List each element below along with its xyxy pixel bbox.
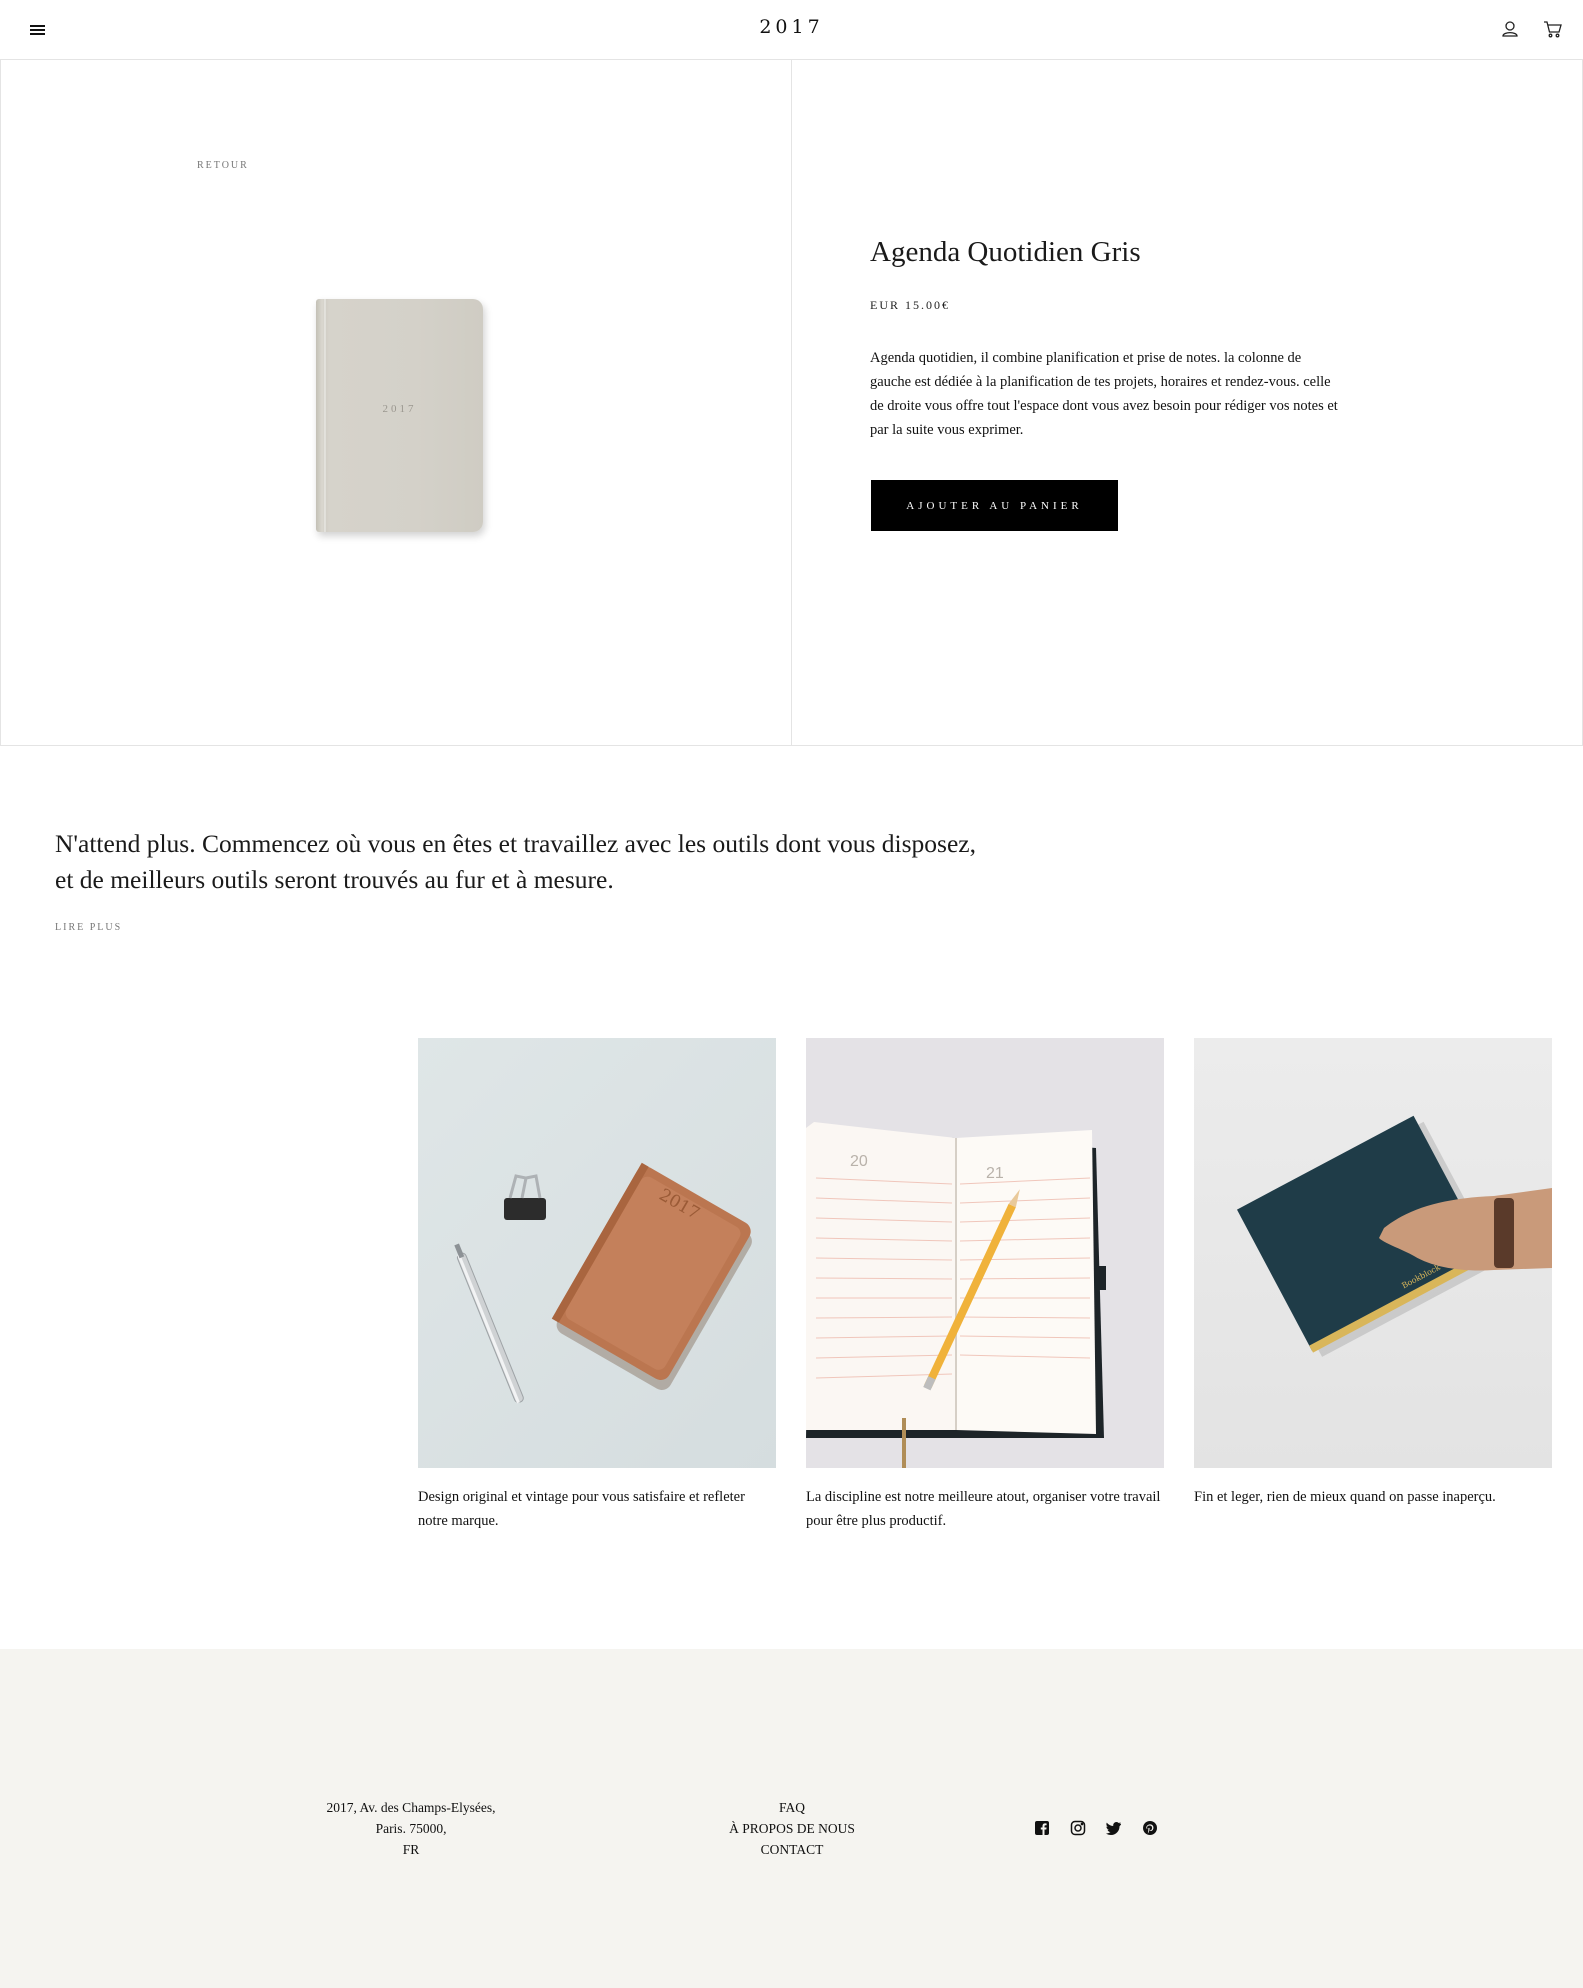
- product-image: 2017: [316, 299, 483, 532]
- gallery-image-blue-notebook[interactable]: Bookblock: [1194, 1038, 1552, 1468]
- footer-link-contact[interactable]: CONTACT: [692, 1839, 892, 1860]
- product-description: Agenda quotidien, il combine planificati…: [870, 350, 1338, 438]
- diary-page-left-number: 20: [850, 1153, 868, 1170]
- gallery-card: 2017 Design original et vintage pour vou…: [418, 1038, 776, 1533]
- add-to-cart-button[interactable]: AJOUTER AU PANIER: [871, 480, 1118, 531]
- gallery-card: Bookblock Fin et leger, rien de mieux qu…: [1194, 1038, 1552, 1509]
- footer-address-line: FR: [402, 1842, 420, 1857]
- site-footer: 2017, Av. des Champs-Elysées, Paris. 750…: [0, 1649, 1583, 1988]
- product-image-year: 2017: [382, 403, 417, 415]
- footer-address: 2017, Av. des Champs-Elysées, Paris. 750…: [300, 1797, 522, 1860]
- footer-link-faq[interactable]: FAQ: [692, 1797, 892, 1818]
- product-image-panel: RETOUR 2017: [1, 60, 792, 746]
- product-info-panel: Agenda Quotidien Gris EUR 15.00€ Agenda …: [792, 60, 1582, 746]
- gallery-image-leather-planner[interactable]: 2017: [418, 1038, 776, 1468]
- product-title: Agenda Quotidien Gris: [870, 236, 1141, 268]
- gallery-caption: Fin et leger, rien de mieux quand on pas…: [1194, 1489, 1496, 1505]
- gallery-image-open-diary[interactable]: 20 21: [806, 1038, 1164, 1468]
- footer-address-line: Paris. 75000,: [375, 1821, 447, 1836]
- product-price: EUR 15.00€: [870, 298, 950, 312]
- quote-line-1: N'attend plus. Commencez où vous en êtes…: [55, 829, 976, 858]
- site-header: 2017: [0, 0, 1583, 60]
- facebook-icon[interactable]: [1034, 1820, 1050, 1836]
- quote-line-2: et de meilleurs outils seront trouvés au…: [55, 865, 614, 894]
- gallery-card: 20 21 La discipline est notre meilleure …: [806, 1038, 1164, 1533]
- footer-social: [1034, 1819, 1174, 1837]
- pinterest-icon[interactable]: [1142, 1820, 1158, 1836]
- quote-text: N'attend plus. Commencez où vous en êtes…: [55, 826, 1155, 898]
- footer-link-about[interactable]: À PROPOS DE NOUS: [692, 1818, 892, 1839]
- user-icon[interactable]: [1499, 18, 1521, 40]
- shopping-cart-icon[interactable]: [1542, 18, 1564, 40]
- product-section: RETOUR 2017 Agenda Quotidien Gris EUR 15…: [0, 60, 1583, 746]
- footer-address-line: 2017, Av. des Champs-Elysées,: [326, 1800, 496, 1815]
- site-logo[interactable]: 2017: [0, 16, 1583, 38]
- footer-links: FAQ À PROPOS DE NOUS CONTACT: [692, 1797, 892, 1860]
- gallery-caption: La discipline est notre meilleure atout,…: [806, 1489, 1161, 1529]
- instagram-icon[interactable]: [1070, 1820, 1086, 1836]
- gallery-caption: Design original et vintage pour vous sat…: [418, 1489, 745, 1529]
- back-link[interactable]: RETOUR: [197, 160, 249, 171]
- diary-page-right-number: 21: [986, 1165, 1004, 1182]
- read-more-link[interactable]: LIRE PLUS: [55, 922, 122, 933]
- twitter-icon[interactable]: [1106, 1820, 1122, 1836]
